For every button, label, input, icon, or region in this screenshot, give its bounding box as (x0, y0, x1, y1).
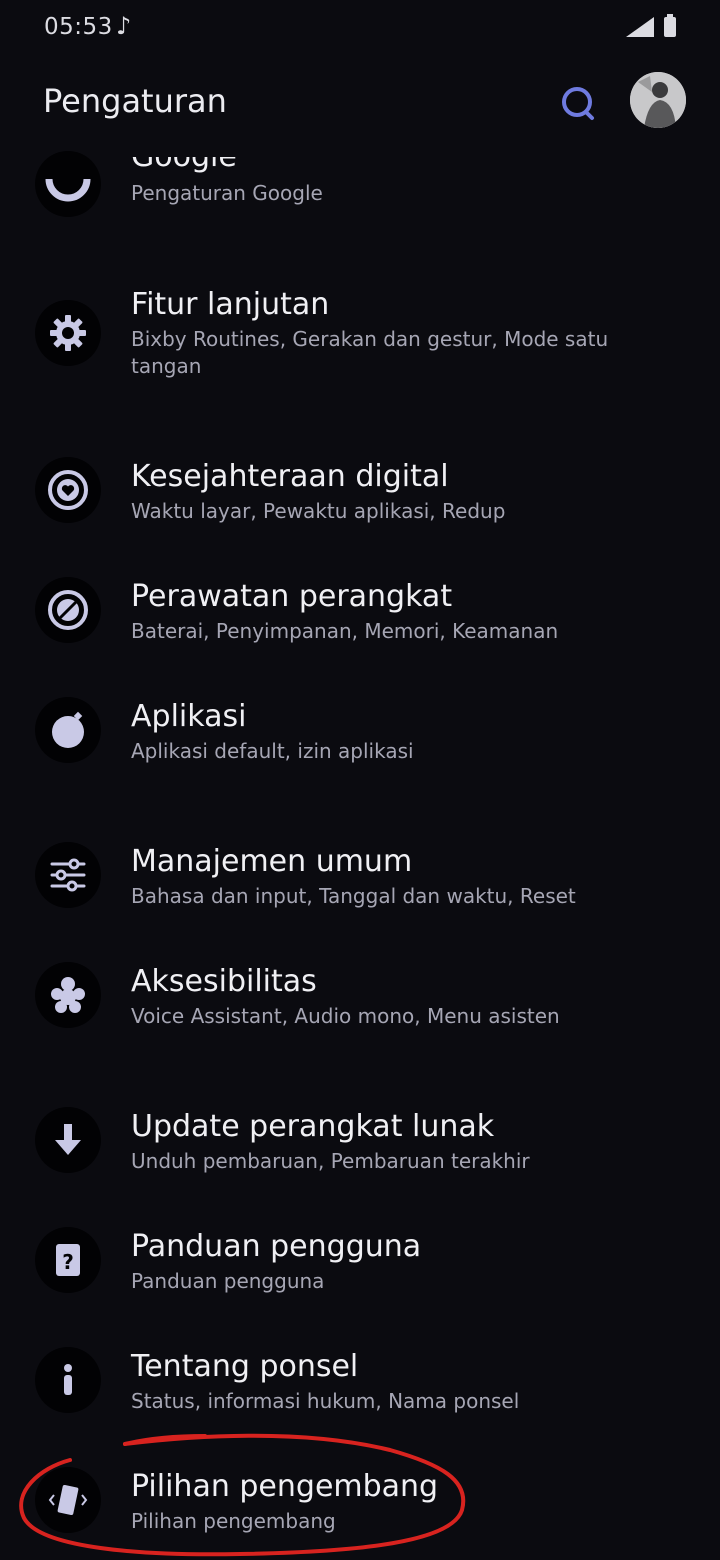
item-subtitle: Bixby Routines, Gerakan dan gestur, Mode… (131, 327, 609, 378)
device-care-icon (35, 577, 101, 643)
svg-text:?: ? (62, 1250, 74, 1274)
item-title: Manajemen umum (131, 844, 413, 879)
status-time: 05:53 (44, 14, 113, 40)
download-icon (35, 1107, 101, 1173)
gear-icon (35, 300, 101, 366)
item-title: Pilihan pengembang (131, 1469, 439, 1504)
item-subtitle: Unduh pembaruan, Pembaruan terakhir (131, 1149, 530, 1173)
item-subtitle: Baterai, Penyimpanan, Memori, Keamanan (131, 619, 559, 643)
settings-item-accessibility[interactable]: Aksesibilitas Voice Assistant, Audio mon… (0, 962, 720, 1032)
settings-item-general-management[interactable]: Manajemen umum Bahasa dan input, Tanggal… (0, 842, 720, 912)
item-title: Update perangkat lunak (131, 1109, 495, 1144)
item-subtitle: Bahasa dan input, Tanggal dan waktu, Res… (131, 884, 576, 908)
item-title: Tentang ponsel (131, 1349, 359, 1384)
item-title: Perawatan perangkat (131, 579, 453, 614)
item-title: Google (131, 139, 237, 174)
accessibility-icon (35, 962, 101, 1028)
help-icon: ? (35, 1227, 101, 1293)
item-subtitle: Waktu layar, Pewaktu aplikasi, Redup (131, 499, 506, 523)
status-bar: 05:53 ♪ (0, 0, 720, 56)
settings-item-software-update[interactable]: Update perangkat lunak Unduh pembaruan, … (0, 1107, 720, 1177)
apps-icon (35, 697, 101, 763)
sliders-icon (35, 842, 101, 908)
settings-item-developer-options[interactable]: Pilihan pengembang Pilihan pengembang (0, 1467, 720, 1537)
item-subtitle: Voice Assistant, Audio mono, Menu asiste… (131, 1004, 560, 1028)
item-subtitle: Pengaturan Google (131, 181, 323, 205)
item-title: Aksesibilitas (131, 964, 317, 999)
item-subtitle: Aplikasi default, izin aplikasi (131, 739, 414, 763)
signal-icon (626, 17, 654, 37)
google-icon (35, 151, 101, 217)
page-title: Pengaturan (43, 82, 227, 120)
item-title: Panduan pengguna (131, 1229, 422, 1264)
music-note-icon: ♪ (116, 12, 132, 40)
search-icon[interactable] (558, 84, 598, 124)
item-subtitle: Panduan pengguna (131, 1269, 325, 1293)
settings-item-advanced-features[interactable]: Fitur lanjutan Bixby Routines, Gerakan d… (0, 285, 720, 385)
profile-avatar[interactable] (630, 72, 686, 128)
item-title: Kesejahteraan digital (131, 459, 449, 494)
settings-item-user-manual[interactable]: ? Panduan pengguna Panduan pengguna (0, 1227, 720, 1297)
item-title: Fitur lanjutan (131, 287, 330, 322)
settings-item-apps[interactable]: Aplikasi Aplikasi default, izin aplikasi (0, 697, 720, 767)
settings-item-device-care[interactable]: Perawatan perangkat Baterai, Penyimpanan… (0, 577, 720, 647)
settings-item-digital-wellbeing[interactable]: Kesejahteraan digital Waktu layar, Pewak… (0, 457, 720, 527)
item-subtitle: Status, informasi hukum, Nama ponsel (131, 1389, 520, 1413)
settings-item-google[interactable]: Google Pengaturan Google (0, 140, 720, 220)
item-title: Aplikasi (131, 699, 247, 734)
heart-target-icon (35, 457, 101, 523)
battery-icon (664, 14, 676, 37)
settings-item-about-phone[interactable]: Tentang ponsel Status, informasi hukum, … (0, 1347, 720, 1417)
info-icon (35, 1347, 101, 1413)
item-subtitle: Pilihan pengembang (131, 1509, 336, 1533)
developer-icon (35, 1467, 101, 1533)
settings-screen: 05:53 ♪ Pengaturan Google Pengaturan Goo… (0, 0, 720, 1560)
